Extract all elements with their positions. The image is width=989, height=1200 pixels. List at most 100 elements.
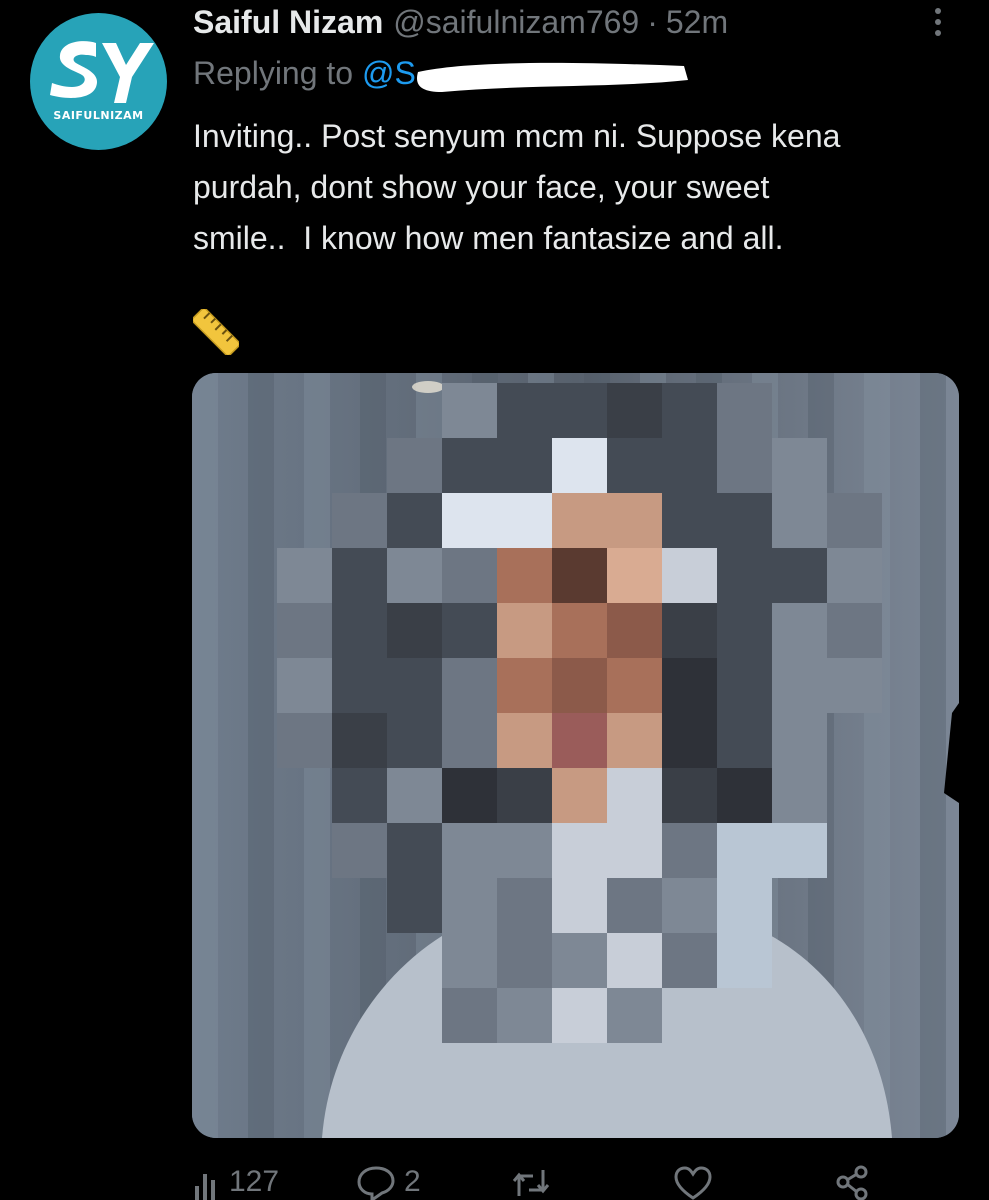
more-dot — [935, 19, 941, 25]
mosaic-block — [497, 383, 552, 438]
more-dot — [935, 30, 941, 36]
views-count: 127 — [229, 1165, 280, 1198]
mosaic-block — [662, 603, 717, 658]
replying-to: Replying to @S — [193, 55, 416, 92]
mosaic-block — [497, 823, 552, 878]
mosaic-block — [662, 878, 717, 933]
mosaic-block — [772, 493, 827, 548]
avatar-caption: SAIFULNIZAM — [53, 109, 144, 122]
retweet-button[interactable] — [511, 1164, 551, 1200]
more-dot — [935, 8, 941, 14]
more-options-button[interactable] — [922, 4, 954, 40]
mosaic-block — [552, 823, 607, 878]
mosaic-block — [497, 603, 552, 658]
mosaic-block — [607, 658, 662, 713]
mosaic-block — [497, 438, 552, 493]
mosaic-block — [442, 493, 497, 548]
mosaic-block — [442, 823, 497, 878]
mosaic-block — [662, 658, 717, 713]
mosaic-block — [552, 988, 607, 1043]
mosaic-block — [552, 713, 607, 768]
mosaic-block — [717, 768, 772, 823]
mosaic-block — [662, 933, 717, 988]
reply-mention-link[interactable]: @S — [362, 55, 416, 91]
mosaic-block — [717, 383, 772, 438]
views-chart-icon — [195, 1174, 215, 1200]
photo-canvas — [192, 373, 959, 1138]
mosaic-block — [607, 933, 662, 988]
curtain-fold — [248, 373, 274, 1138]
mosaic-block — [552, 768, 607, 823]
mosaic-block — [552, 933, 607, 988]
mosaic-block — [442, 658, 497, 713]
tweet-header: Saiful Nizam @saifulnizam769 · 52m — [193, 2, 728, 42]
mosaic-block — [717, 603, 772, 658]
tweet-time[interactable]: 52m — [666, 4, 728, 41]
mosaic-block — [772, 438, 827, 493]
mosaic-block — [332, 658, 387, 713]
heart-icon — [674, 1166, 712, 1200]
share-button[interactable] — [833, 1164, 873, 1200]
mosaic-block — [662, 768, 717, 823]
like-button[interactable] — [673, 1164, 713, 1200]
mosaic-block — [442, 383, 497, 438]
mosaic-block — [717, 438, 772, 493]
reply-bubble-icon — [357, 1166, 395, 1200]
mosaic-block — [497, 658, 552, 713]
mosaic-block — [607, 713, 662, 768]
mosaic-block — [497, 713, 552, 768]
tweet-photo-pixelated[interactable] — [192, 373, 959, 1138]
avatar-logo — [50, 41, 154, 103]
tweet-screenshot: SAIFULNIZAM Saiful Nizam @saifulnizam769… — [0, 0, 989, 1200]
share-icon — [836, 1165, 868, 1200]
author-handle[interactable]: @saifulnizam769 — [393, 4, 639, 41]
mosaic-block — [442, 438, 497, 493]
mosaic-block — [277, 603, 332, 658]
mosaic-block — [497, 548, 552, 603]
mosaic-block — [332, 493, 387, 548]
mosaic-block — [442, 768, 497, 823]
mosaic-block — [552, 548, 607, 603]
mosaic-block — [552, 383, 607, 438]
mosaic-block — [772, 658, 827, 713]
mosaic-block — [607, 988, 662, 1043]
mosaic-block — [662, 823, 717, 878]
replying-label: Replying to — [193, 55, 354, 91]
mosaic-block — [607, 548, 662, 603]
mosaic-block — [442, 603, 497, 658]
redaction-scribble — [417, 62, 688, 92]
mosaic-block — [497, 933, 552, 988]
mosaic-block — [717, 548, 772, 603]
tweet-actions: 127 2 — [193, 1160, 963, 1200]
mosaic-block — [717, 658, 772, 713]
mosaic-block — [717, 878, 772, 933]
mosaic-block — [662, 438, 717, 493]
mosaic-block — [552, 438, 607, 493]
mosaic-block — [717, 823, 772, 878]
mosaic-block — [607, 768, 662, 823]
mosaic-block — [662, 713, 717, 768]
mosaic-block — [552, 878, 607, 933]
avatar[interactable]: SAIFULNIZAM — [30, 13, 167, 150]
separator-dot: · — [647, 3, 658, 40]
mosaic-block — [387, 658, 442, 713]
mosaic-block — [332, 823, 387, 878]
mosaic-block — [332, 603, 387, 658]
mosaic-block — [772, 823, 827, 878]
curtain-fold — [920, 373, 946, 1138]
curtain-fold — [192, 373, 218, 1138]
mosaic-block — [662, 493, 717, 548]
mosaic-block — [552, 493, 607, 548]
tweet-text: Inviting.. Post senyum mcm ni. Suppose k… — [193, 118, 841, 256]
views-button[interactable]: 127 — [193, 1164, 279, 1200]
replies-count: 2 — [404, 1165, 421, 1198]
mosaic-block — [497, 878, 552, 933]
mosaic-block — [277, 713, 332, 768]
mosaic-block — [772, 768, 827, 823]
mosaic-block — [827, 493, 882, 548]
reply-button[interactable]: 2 — [356, 1164, 421, 1200]
mosaic-block — [772, 603, 827, 658]
mosaic-block — [442, 548, 497, 603]
author-name[interactable]: Saiful Nizam — [193, 4, 383, 41]
mosaic-block — [442, 933, 497, 988]
